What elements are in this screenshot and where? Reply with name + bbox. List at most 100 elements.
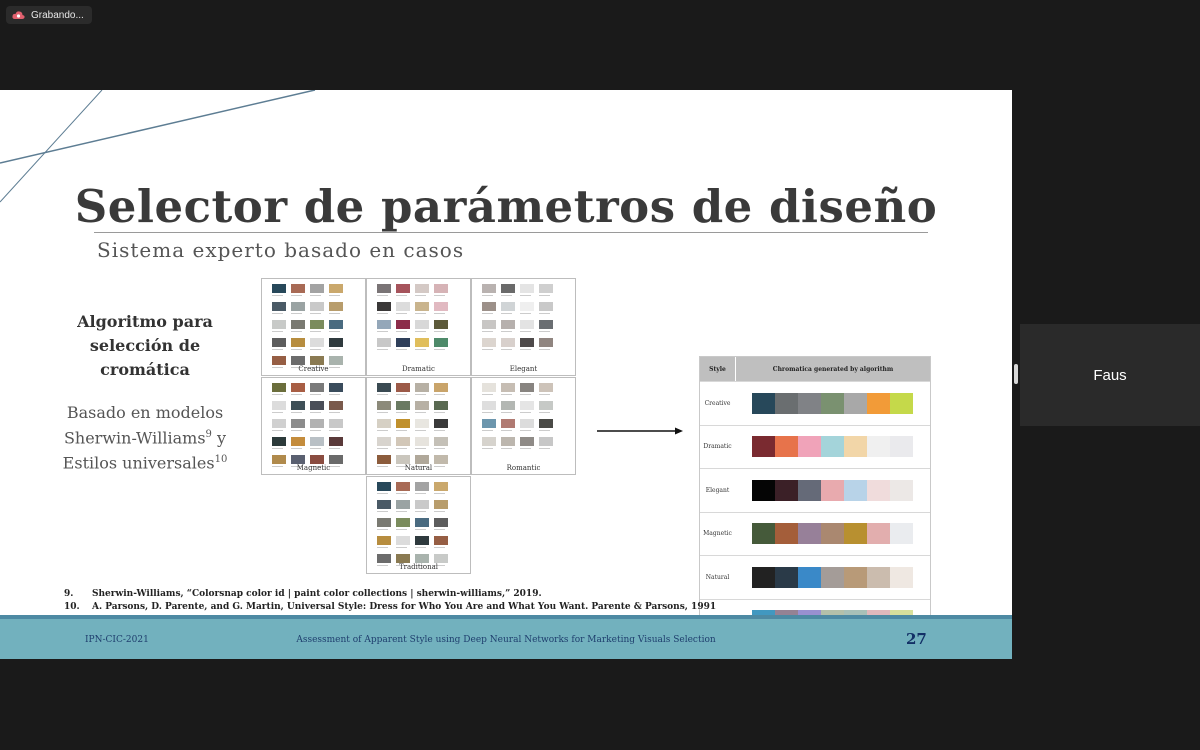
- color-swatch: [434, 554, 448, 566]
- color-swatch: [434, 518, 448, 530]
- color-swatch: [844, 479, 867, 501]
- reference-item: 9. Sherwin-Williams, “Colorsnap color id …: [64, 588, 716, 601]
- color-swatch: [890, 392, 913, 414]
- color-swatch: [310, 383, 324, 395]
- color-swatch: [775, 523, 798, 545]
- color-swatch: [329, 320, 343, 332]
- color-swatch: [482, 320, 496, 332]
- footnote-ref-10: 10: [214, 454, 228, 466]
- cloud-record-icon: [12, 11, 25, 19]
- color-swatch: [396, 500, 410, 512]
- color-swatch: [890, 523, 913, 545]
- color-swatch: [844, 436, 867, 458]
- color-swatch: [539, 419, 553, 431]
- color-swatch: [752, 566, 775, 588]
- color-swatch: [415, 284, 429, 296]
- color-swatch: [310, 419, 324, 431]
- color-swatch: [867, 566, 890, 588]
- color-swatch: [482, 419, 496, 431]
- style-panel-romantic: Romantic: [471, 377, 576, 475]
- color-swatch: [396, 302, 410, 314]
- color-swatch: [396, 401, 410, 413]
- panel-swatches: [272, 284, 356, 368]
- style-panel-dramatic: Dramatic: [366, 278, 471, 376]
- color-swatch: [775, 436, 798, 458]
- color-swatch: [396, 383, 410, 395]
- color-swatch: [396, 536, 410, 548]
- color-swatch: [867, 523, 890, 545]
- color-swatch: [482, 401, 496, 413]
- arrow-right-icon: [597, 427, 683, 435]
- color-swatch: [415, 482, 429, 494]
- panel-swatches: [377, 284, 461, 350]
- color-swatch: [377, 302, 391, 314]
- color-swatch: [291, 284, 305, 296]
- color-swatch: [844, 523, 867, 545]
- color-swatch: [310, 284, 324, 296]
- color-swatch: [434, 536, 448, 548]
- color-swatch: [415, 554, 429, 566]
- color-swatch: [291, 401, 305, 413]
- color-swatch: [434, 383, 448, 395]
- color-swatch: [396, 482, 410, 494]
- resize-handle[interactable]: [1014, 364, 1018, 384]
- color-swatch: [272, 401, 286, 413]
- color-swatch: [482, 302, 496, 314]
- color-swatch: [310, 320, 324, 332]
- slide-footer: IPN-CIC-2021 Assessment of Apparent Styl…: [0, 619, 1012, 659]
- color-swatch: [272, 419, 286, 431]
- color-swatch: [377, 284, 391, 296]
- color-swatch: [539, 383, 553, 395]
- chromatic-table-header: Style Chromatica generated by algorithm: [700, 357, 930, 381]
- color-swatch: [501, 320, 515, 332]
- color-swatch: [272, 320, 286, 332]
- color-swatch: [310, 437, 324, 449]
- color-swatch: [821, 392, 844, 414]
- color-swatch: [329, 437, 343, 449]
- color-swatch: [752, 479, 775, 501]
- color-swatch: [520, 437, 534, 449]
- footnote-ref-9: 9: [205, 429, 212, 440]
- color-swatch: [434, 284, 448, 296]
- slide-subtitle: Sistema experto basado en casos: [97, 238, 465, 262]
- style-panel-magnetic: Magnetic: [261, 377, 366, 475]
- color-swatch: [775, 566, 798, 588]
- color-swatch: [415, 437, 429, 449]
- color-swatch: [377, 401, 391, 413]
- color-swatch: [415, 320, 429, 332]
- color-swatch: [415, 383, 429, 395]
- color-swatch: [272, 455, 286, 467]
- algorithm-description: Basado en modelos Sherwin-Williams9 y Es…: [50, 402, 240, 475]
- header-generated: Chromatica generated by algorithm: [772, 365, 894, 373]
- color-swatch: [798, 479, 821, 501]
- panel-label: Romantic: [506, 464, 541, 472]
- header-style: Style: [700, 357, 736, 381]
- participant-tile[interactable]: Faus: [1020, 324, 1200, 426]
- color-swatch: [415, 338, 429, 350]
- recording-indicator[interactable]: Grabando...: [6, 6, 92, 24]
- panel-label: Natural: [404, 464, 433, 472]
- color-swatch: [867, 479, 890, 501]
- color-swatch: [501, 302, 515, 314]
- color-swatch: [415, 455, 429, 467]
- color-swatch: [291, 455, 305, 467]
- panel-label: Traditional: [398, 563, 439, 571]
- slide-title: Selector de parámetros de diseño: [74, 180, 938, 233]
- color-swatch: [377, 500, 391, 512]
- color-swatch: [752, 392, 775, 414]
- color-swatch: [310, 401, 324, 413]
- color-swatch: [272, 284, 286, 296]
- style-panel-creative: Creative: [261, 278, 366, 376]
- color-swatch: [434, 419, 448, 431]
- color-swatch: [890, 436, 913, 458]
- color-swatch: [329, 455, 343, 467]
- color-swatch: [415, 518, 429, 530]
- color-swatch: [482, 383, 496, 395]
- color-swatch: [501, 401, 515, 413]
- color-swatch: [775, 392, 798, 414]
- color-swatch: [415, 302, 429, 314]
- row-swatches: [752, 566, 913, 588]
- row-swatches: [752, 436, 913, 458]
- color-swatch: [291, 302, 305, 314]
- color-swatch: [798, 436, 821, 458]
